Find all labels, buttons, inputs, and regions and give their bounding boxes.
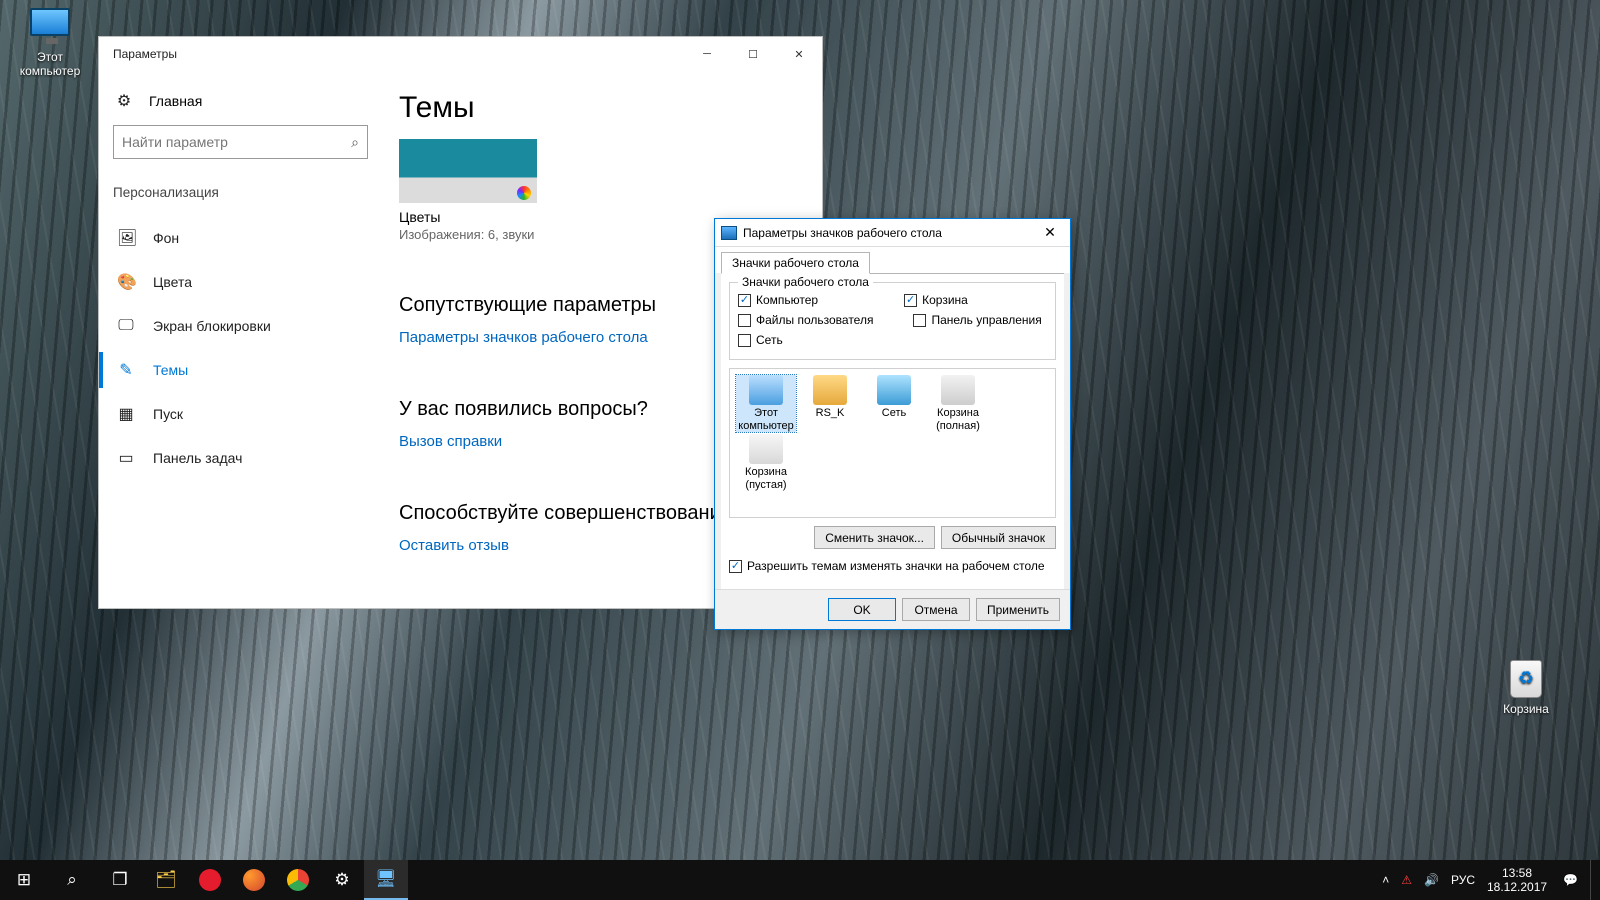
desktop-icon-this-pc[interactable]: Этот компьютер	[12, 8, 88, 78]
close-button[interactable]: ✕	[776, 37, 822, 71]
taskbar: ⊞ ⌕ ❐ 🗂 ⚙ 🖥 ˄ ⚠ 🔊 РУС 13:58 18.12.2017 💬	[0, 860, 1600, 900]
recycle-bin-icon	[1510, 660, 1542, 698]
desktop-icon-label: Этот компьютер	[12, 50, 88, 78]
close-button[interactable]: ✕	[1030, 224, 1070, 241]
default-icon-button[interactable]: Обычный значок	[941, 526, 1056, 549]
icon-item-recycle-empty[interactable]: Корзина (пустая)	[736, 434, 796, 491]
network-icon	[877, 375, 911, 405]
taskbar-app-firefox[interactable]	[232, 860, 276, 900]
icon-item-this-pc[interactable]: Этот компьютер	[736, 375, 796, 432]
tray-chevron-icon[interactable]: ˄	[1382, 873, 1389, 887]
search-placeholder: Найти параметр	[122, 134, 228, 150]
icon-item-network[interactable]: Сеть	[864, 375, 924, 432]
change-icon-button[interactable]: Сменить значок...	[814, 526, 935, 549]
page-title: Темы	[399, 91, 798, 125]
group-label: Значки рабочего стола	[738, 275, 873, 289]
home-link[interactable]: ⚙ Главная	[113, 85, 389, 125]
checkbox-computer[interactable]: ✓Компьютер	[738, 293, 818, 307]
settings-titlebar[interactable]: Параметры ─ ☐ ✕	[99, 37, 822, 71]
taskbar-app-settings[interactable]: ⚙	[320, 860, 364, 900]
task-view-button[interactable]: ❐	[96, 860, 144, 900]
search-icon: ⌕	[351, 134, 359, 151]
themes-icon: ✎	[117, 360, 135, 380]
icon-item-recycle-full[interactable]: Корзина (полная)	[928, 375, 988, 432]
nav-themes[interactable]: ✎Темы	[113, 348, 389, 392]
show-desktop-button[interactable]	[1590, 860, 1596, 900]
cancel-button[interactable]: Отмена	[902, 598, 970, 621]
taskbar-app-explorer[interactable]: 🗂	[144, 860, 188, 900]
input-language[interactable]: РУС	[1451, 873, 1475, 887]
picture-icon: 🖼	[117, 228, 135, 248]
dialog-icon	[721, 226, 737, 240]
nav-colors[interactable]: 🎨Цвета	[113, 260, 389, 304]
start-icon: ▦	[117, 404, 135, 424]
action-center-icon[interactable]: 💬	[1563, 873, 1578, 887]
clock[interactable]: 13:58 18.12.2017	[1487, 866, 1551, 895]
firefox-icon	[243, 869, 265, 891]
section-label: Персонализация	[113, 185, 389, 200]
nav-lockscreen[interactable]: 🖵Экран блокировки	[113, 304, 389, 348]
desktop-icons-group: Значки рабочего стола ✓Компьютер ✓Корзин…	[729, 282, 1056, 360]
folder-icon: 🗂	[155, 870, 177, 890]
nav-start[interactable]: ▦Пуск	[113, 392, 389, 436]
window-title: Параметры	[113, 47, 177, 61]
gear-icon: ⚙	[115, 91, 133, 111]
icon-item-user[interactable]: RS_K	[800, 375, 860, 432]
dialog-title: Параметры значков рабочего стола	[743, 226, 942, 240]
icon-preview-grid: Этот компьютер RS_K Сеть Корзина (полная…	[729, 368, 1056, 518]
home-label: Главная	[149, 93, 202, 109]
system-tray: ˄ ⚠ 🔊 РУС 13:58 18.12.2017 💬	[1372, 860, 1600, 900]
checkbox-control-panel[interactable]: Панель управления	[913, 313, 1041, 327]
recycle-empty-icon	[749, 434, 783, 464]
volume-icon[interactable]: 🔊	[1424, 873, 1439, 887]
checkbox-user-files[interactable]: Файлы пользователя	[738, 313, 873, 327]
checkbox-network[interactable]: Сеть	[738, 333, 783, 347]
taskbar-icon: ▭	[117, 448, 135, 468]
tab-desktop-icons[interactable]: Значки рабочего стола	[721, 252, 870, 274]
theme-thumbnail[interactable]	[399, 139, 537, 203]
start-button[interactable]: ⊞	[0, 860, 48, 900]
palette-icon: 🎨	[117, 272, 135, 292]
dialog-tabs: Значки рабочего стола	[715, 247, 1070, 273]
taskbar-app-chrome[interactable]	[276, 860, 320, 900]
desktop-icon-settings-dialog: Параметры значков рабочего стола ✕ Значк…	[714, 218, 1071, 630]
lockscreen-icon: 🖵	[117, 317, 135, 335]
clock-time: 13:58	[1487, 866, 1547, 880]
checkbox-recycle-bin[interactable]: ✓Корзина	[904, 293, 968, 307]
apply-button[interactable]: Применить	[976, 598, 1060, 621]
nav-taskbar[interactable]: ▭Панель задач	[113, 436, 389, 480]
display-icon: 🖥	[375, 869, 397, 889]
gear-icon: ⚙	[334, 870, 349, 890]
dialog-titlebar[interactable]: Параметры значков рабочего стола ✕	[715, 219, 1070, 247]
network-disconnected-icon[interactable]: ⚠	[1401, 873, 1412, 887]
ok-button[interactable]: OK	[828, 598, 896, 621]
opera-icon	[199, 869, 221, 891]
desktop-icon-label: Корзина	[1488, 702, 1564, 716]
taskbar-app-display[interactable]: 🖥	[364, 860, 408, 900]
checkbox-allow-themes[interactable]: ✓Разрешить темам изменять значки на рабо…	[729, 559, 1056, 573]
recycle-full-icon	[941, 375, 975, 405]
settings-sidebar: ⚙ Главная Найти параметр ⌕ Персонализаци…	[99, 71, 389, 608]
desktop-icon-recycle-bin[interactable]: Корзина	[1488, 660, 1564, 716]
maximize-button[interactable]: ☐	[730, 37, 776, 71]
nav-background[interactable]: 🖼Фон	[113, 216, 389, 260]
minimize-button[interactable]: ─	[684, 37, 730, 71]
search-input[interactable]: Найти параметр ⌕	[113, 125, 368, 159]
taskbar-app-opera[interactable]	[188, 860, 232, 900]
user-folder-icon	[813, 375, 847, 405]
search-button[interactable]: ⌕	[48, 860, 96, 900]
computer-icon	[30, 8, 70, 36]
computer-icon	[749, 375, 783, 405]
chrome-icon	[287, 869, 309, 891]
clock-date: 18.12.2017	[1487, 880, 1547, 894]
